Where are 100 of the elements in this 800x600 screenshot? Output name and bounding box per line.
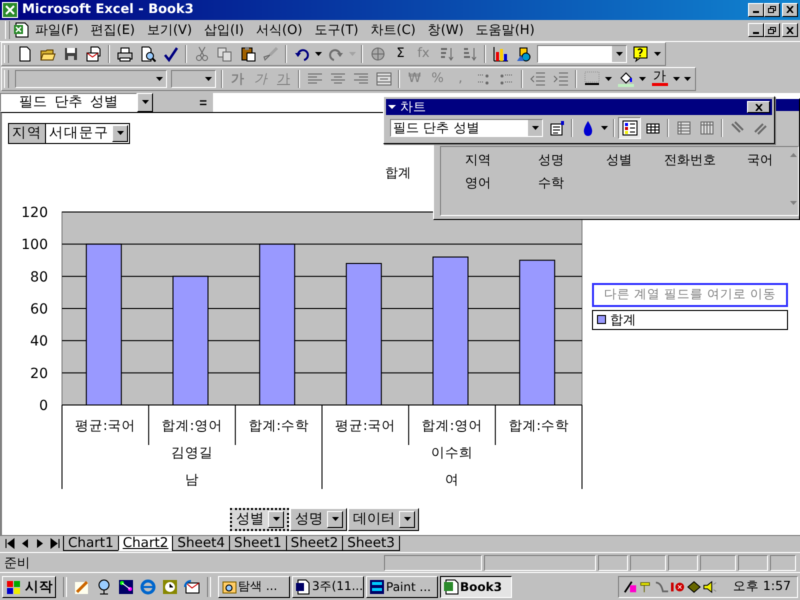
status-text: 준비: [4, 554, 31, 572]
menu-item[interactable]: 보기(V): [140, 20, 198, 40]
menu-item[interactable]: 편집(E): [84, 20, 141, 40]
print-preview-icon[interactable]: [140, 46, 156, 62]
field-item[interactable]: 전화번호: [664, 151, 747, 174]
taskbar-button[interactable]: Paint ...: [366, 576, 438, 598]
axis-label: 100: [21, 237, 48, 253]
close-icon: [786, 26, 794, 34]
menu-item[interactable]: 삽입(I): [198, 20, 250, 40]
name-box[interactable]: 필드 단추 성별: [0, 92, 137, 112]
menu-arrow-icon[interactable]: [388, 105, 396, 109]
fill-bucket-icon[interactable]: [618, 70, 634, 87]
field-item[interactable]: 성별: [606, 151, 664, 174]
spell-check-icon[interactable]: [162, 46, 178, 62]
taskbar-button[interactable]: Book3: [440, 576, 512, 598]
chart-icon[interactable]: [492, 46, 508, 62]
pencil-icon[interactable]: [74, 578, 90, 595]
restore-button[interactable]: [764, 23, 780, 38]
borders-icon[interactable]: [584, 70, 600, 87]
stop-icon[interactable]: [671, 580, 685, 594]
sheet-tab[interactable]: Chart1: [63, 536, 119, 552]
skip-right-icon[interactable]: [48, 538, 62, 550]
field-button[interactable]: 성명: [290, 508, 347, 531]
drop-zone: 다른 계열 필드를 여기로 이동: [592, 282, 788, 307]
field-button[interactable]: 성별: [230, 508, 289, 531]
caret-icon[interactable]: [605, 76, 612, 81]
field-button[interactable]: 데이터: [348, 508, 419, 531]
category-label: 합계:영어: [162, 418, 222, 434]
help-icon[interactable]: [632, 46, 648, 62]
category-label: 합계:영어: [422, 418, 482, 434]
font-color-button[interactable]: 가: [648, 68, 671, 90]
combo-field[interactable]: [537, 44, 627, 63]
taskbar-button[interactable]: 탐색 ...: [218, 576, 290, 598]
caret-icon: [156, 76, 162, 81]
close-button[interactable]: [782, 2, 798, 17]
word-document-icon: [295, 578, 311, 595]
skip-left-icon[interactable]: [3, 538, 17, 550]
field-item[interactable]: 국어: [747, 151, 798, 174]
category-label: 평균:국어: [75, 418, 136, 434]
field-item[interactable]: 지역: [465, 151, 538, 174]
start-button[interactable]: 시작: [2, 576, 56, 598]
envelope-icon[interactable]: [184, 578, 200, 595]
sheet-tab[interactable]: Sheet1: [229, 536, 287, 552]
taskbar-button[interactable]: 3주(11...: [292, 576, 364, 598]
caret-icon[interactable]: [601, 126, 608, 130]
caret-icon: [332, 517, 338, 522]
formula-field[interactable]: [213, 92, 383, 112]
menu-item[interactable]: 도움말(H): [470, 20, 541, 40]
close-button[interactable]: [782, 23, 798, 38]
sheet-tab[interactable]: Sheet2: [286, 536, 344, 552]
minimize-button[interactable]: [748, 23, 764, 38]
chart-title: 합계: [385, 166, 411, 181]
format-icon[interactable]: [548, 120, 564, 136]
mail-icon[interactable]: [86, 46, 102, 62]
name-box-dropdown[interactable]: [137, 92, 153, 112]
printer-icon[interactable]: [116, 46, 132, 62]
minimize-button[interactable]: [748, 2, 764, 17]
clock-icon[interactable]: [162, 578, 178, 595]
object-dropdown[interactable]: 필드 단추 성별: [390, 119, 543, 137]
close-button[interactable]: [747, 101, 770, 113]
shapes-icon[interactable]: [516, 46, 532, 62]
menu-item[interactable]: 차트(C): [364, 20, 422, 40]
group-label: 김영길: [171, 444, 213, 461]
status-panel: [668, 554, 698, 571]
sheet-tab[interactable]: Sheet3: [342, 536, 400, 552]
document-icon[interactable]: [13, 22, 29, 38]
excel-icon[interactable]: [2, 2, 18, 18]
magnifier-folder-icon: [221, 578, 237, 595]
speaker-icon[interactable]: [703, 580, 717, 594]
field-item[interactable]: 성명: [538, 151, 606, 174]
browser-icon[interactable]: [140, 578, 156, 595]
caret-icon[interactable]: [315, 52, 322, 56]
category-label: 합계:수학: [508, 418, 569, 434]
caret-icon: [142, 100, 148, 104]
restore-button[interactable]: [764, 2, 780, 17]
legend-button[interactable]: [618, 117, 641, 139]
status-panel: [700, 554, 736, 571]
field-item[interactable]: 수학: [538, 174, 606, 197]
network-icon[interactable]: [118, 578, 134, 595]
sum-button[interactable]: Σ: [389, 42, 412, 65]
sheet-tab[interactable]: Sheet4: [172, 536, 230, 552]
status-panel: [630, 554, 666, 571]
group-label: 남: [185, 472, 199, 488]
menu-item[interactable]: 도구(T): [308, 20, 364, 40]
category-label: 평균:국어: [335, 418, 396, 434]
caret-icon[interactable]: [639, 76, 646, 81]
field-item[interactable]: 영어: [465, 174, 538, 197]
caret-icon[interactable]: [654, 52, 661, 56]
menu-item[interactable]: 파일(F): [29, 20, 85, 40]
sheet-tab[interactable]: Chart2: [118, 536, 174, 552]
equals-button[interactable]: =: [153, 92, 213, 112]
paste-icon[interactable]: [240, 46, 256, 62]
menu-item[interactable]: 서식(O): [250, 20, 308, 40]
legend-icon[interactable]: [622, 120, 638, 136]
caret-icon: [616, 52, 622, 56]
axis-label: 40: [30, 334, 48, 350]
legend-label: 합계: [610, 312, 636, 329]
new-document-icon[interactable]: [16, 46, 32, 62]
pen-icon[interactable]: [623, 580, 637, 594]
menu-item[interactable]: 창(W): [422, 20, 470, 40]
